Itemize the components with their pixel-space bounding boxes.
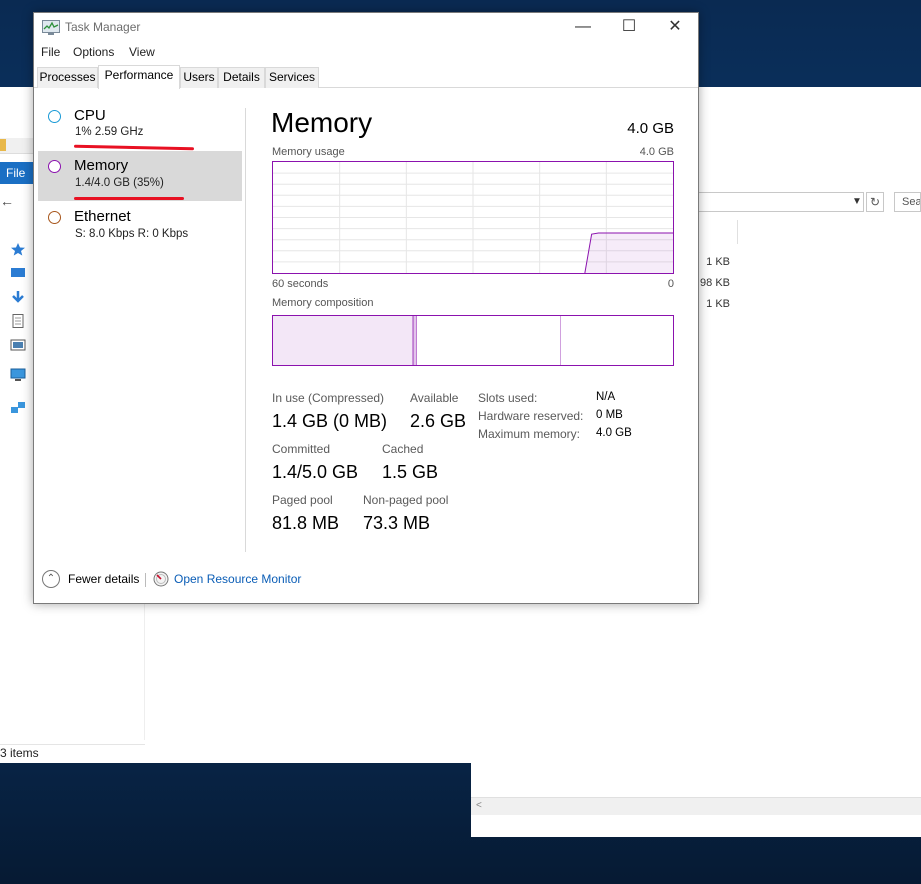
documents-icon[interactable] — [10, 314, 26, 328]
desktop-icon[interactable] — [10, 266, 26, 280]
sidebar-divider — [245, 108, 246, 552]
search-field[interactable]: Sea — [894, 192, 921, 212]
menu-view[interactable]: View — [129, 45, 155, 59]
page-title: Memory — [271, 107, 373, 138]
tab-performance[interactable]: Performance — [98, 65, 180, 89]
address-bar[interactable] — [698, 192, 864, 212]
composition-modified — [413, 316, 417, 365]
usage-area — [584, 233, 673, 273]
composition-chart-label: Memory composition — [272, 297, 374, 309]
hardware-reserved-value: 0 MB — [596, 409, 623, 421]
sidebar-item-ethernet[interactable]: Ethernet S: 8.0 Kbps R: 0 Kbps — [38, 202, 242, 252]
tab-users[interactable]: Users — [180, 67, 218, 88]
cached-label: Cached — [382, 442, 424, 456]
chevron-up-icon[interactable]: ⌃ — [42, 570, 60, 588]
tab-details[interactable]: Details — [218, 67, 265, 88]
available-value: 2.6 GB — [410, 411, 467, 431]
memory-status-circle-icon — [48, 160, 61, 173]
cached-value: 1.5 GB — [382, 462, 439, 482]
time-axis-right: 0 — [667, 278, 674, 290]
composition-standby — [417, 316, 561, 365]
menu-file[interactable]: File — [41, 45, 60, 59]
close-button[interactable]: ✕ — [652, 13, 698, 43]
task-manager-app-icon — [42, 20, 60, 35]
this-pc-icon[interactable] — [10, 368, 26, 382]
tab-services[interactable]: Services — [265, 67, 319, 88]
total-memory: 4.0 GB — [627, 120, 674, 137]
sidebar-item-cpu[interactable]: CPU 1% 2.59 GHz — [38, 101, 242, 151]
usage-graph-canvas — [273, 162, 673, 273]
ethernet-status-circle-icon — [48, 211, 61, 224]
sidebar-item-subtitle: S: 8.0 Kbps R: 0 Kbps — [75, 228, 189, 240]
minimize-button[interactable]: — — [560, 13, 606, 43]
sidebar-item-title: Memory — [74, 157, 129, 174]
maximum-memory-label: Maximum memory: — [478, 427, 581, 441]
time-axis-left: 60 seconds — [272, 278, 329, 290]
horizontal-scrollbar[interactable]: < — [471, 797, 921, 815]
paged-pool-label: Paged pool — [272, 493, 333, 507]
back-arrow-icon[interactable]: ← — [0, 193, 14, 211]
sidebar-item-subtitle: 1.4/4.0 GB (35%) — [75, 177, 164, 189]
annotation-underline — [74, 197, 184, 200]
in-use-label: In use (Compressed) — [272, 391, 385, 405]
hardware-reserved-label: Hardware reserved: — [478, 409, 584, 423]
pictures-icon[interactable] — [10, 338, 26, 352]
usage-chart-max: 4.0 GB — [639, 146, 674, 158]
folder-icon — [0, 139, 6, 151]
memory-composition-bar — [272, 315, 674, 366]
menu-options[interactable]: Options — [73, 45, 114, 59]
network-icon[interactable] — [10, 401, 26, 415]
composition-in-use — [273, 316, 413, 365]
sidebar-item-title: Ethernet — [74, 208, 131, 225]
column-divider — [737, 220, 738, 244]
address-dropdown-icon[interactable]: ▼ — [850, 193, 864, 211]
maximum-memory-value: 4.0 GB — [596, 427, 632, 439]
composition-canvas — [273, 316, 673, 365]
composition-free — [561, 316, 673, 365]
downloads-icon[interactable] — [10, 290, 26, 304]
committed-value: 1.4/5.0 GB — [272, 462, 359, 482]
open-resource-monitor-link[interactable]: Open Resource Monitor — [174, 572, 301, 586]
sidebar-item-title: CPU — [74, 107, 106, 124]
in-use-value: 1.4 GB (0 MB) — [272, 411, 388, 431]
explorer-file-tab[interactable]: File — [0, 162, 34, 184]
tab-processes[interactable]: Processes — [37, 67, 98, 88]
refresh-icon[interactable]: ↻ — [866, 192, 884, 212]
cpu-status-circle-icon — [48, 110, 61, 123]
slots-used-label: Slots used: — [478, 391, 538, 405]
footer-divider — [145, 573, 146, 587]
maximize-button[interactable]: ☐ — [606, 13, 652, 43]
available-label: Available — [410, 391, 459, 405]
task-manager-window: Task Manager — ☐ ✕ File Options View Pro… — [33, 12, 699, 604]
sidebar-item-memory[interactable]: Memory 1.4/4.0 GB (35%) — [38, 151, 242, 201]
window-title: Task Manager — [65, 20, 141, 34]
non-paged-pool-label: Non-paged pool — [363, 493, 449, 507]
non-paged-pool-value: 73.3 MB — [363, 513, 431, 533]
paged-pool-value: 81.8 MB — [272, 513, 340, 533]
pane-divider — [144, 603, 145, 740]
quick-access-star-icon[interactable] — [10, 242, 26, 256]
status-bar-item-count: 3 items — [0, 744, 145, 763]
committed-label: Committed — [272, 442, 331, 456]
memory-usage-graph — [272, 161, 674, 274]
fewer-details-button[interactable]: Fewer details — [68, 572, 139, 586]
sidebar-item-subtitle: 1% 2.59 GHz — [75, 126, 144, 138]
usage-chart-label: Memory usage — [272, 146, 345, 158]
resource-monitor-icon[interactable] — [153, 571, 169, 587]
slots-used-value: N/A — [596, 391, 616, 403]
